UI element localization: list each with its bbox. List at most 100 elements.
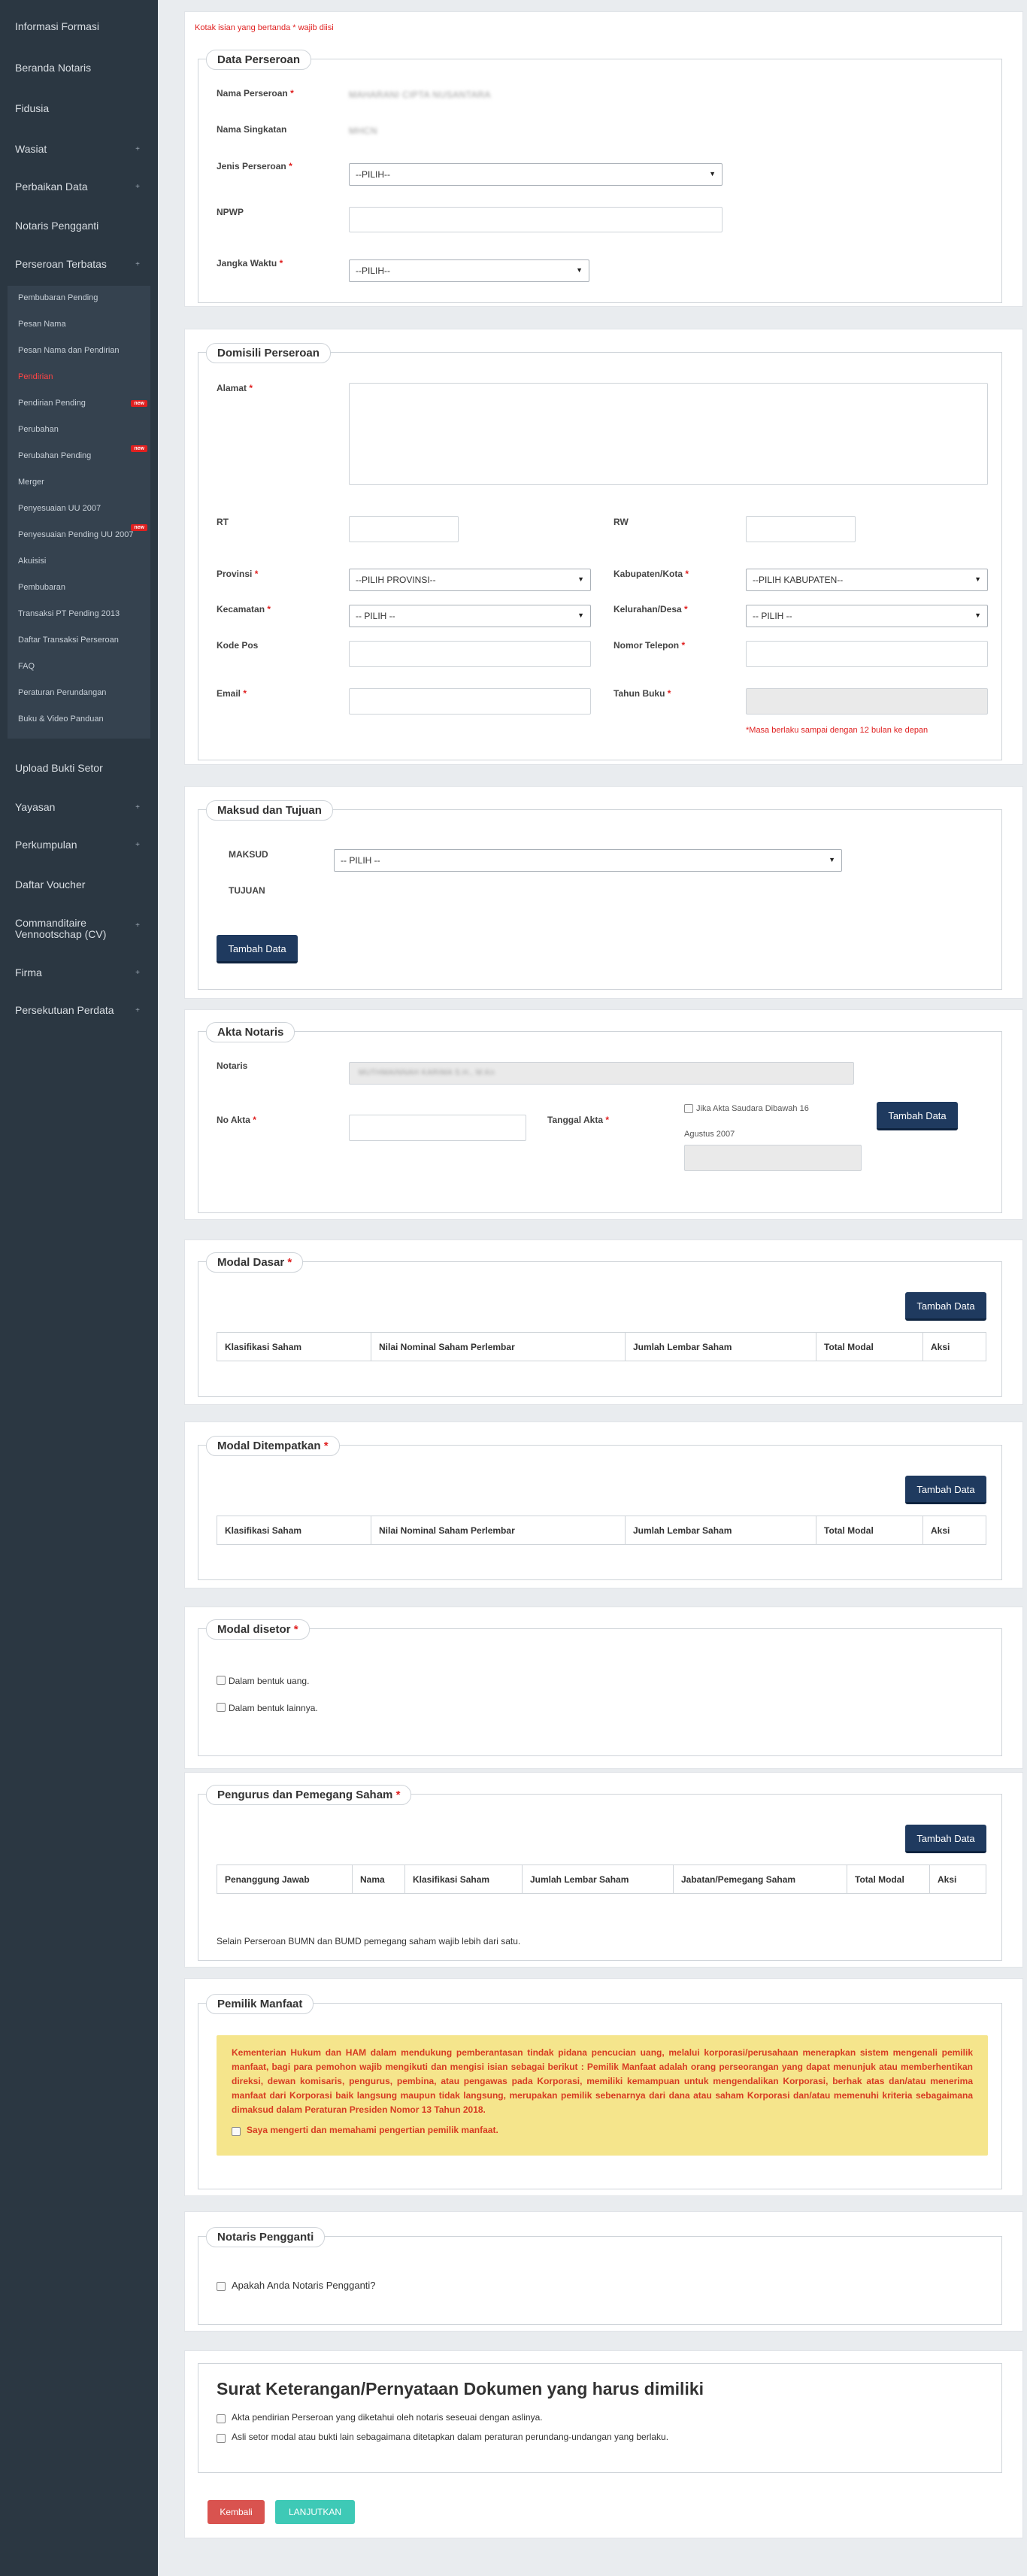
- jenis-perseroan-select[interactable]: --PILIH-- ▼: [349, 163, 723, 186]
- kabupaten-label: Kabupaten/Kota *: [613, 569, 689, 579]
- alamat-textarea[interactable]: [349, 383, 988, 485]
- pemilik-manfaat-checkbox[interactable]: [232, 2127, 241, 2136]
- modal-dasar-table: Klasifikasi Saham Nilai Nominal Saham Pe…: [217, 1332, 986, 1361]
- sidebar-item-daftar-voucher[interactable]: Daftar Voucher: [0, 871, 158, 901]
- sidebar-item-fidusia[interactable]: Fidusia: [0, 95, 158, 125]
- tambah-data-button[interactable]: Tambah Data: [905, 1292, 986, 1321]
- column-header: Total Modal: [816, 1332, 923, 1361]
- panel-maksud-tujuan: Maksud dan Tujuan MAKSUD -- PILIH -- ▼ TU…: [184, 786, 1023, 999]
- sidebar-item-notaris-pengganti[interactable]: Notaris Pengganti: [0, 212, 158, 242]
- maksud-select[interactable]: -- PILIH -- ▼: [334, 849, 842, 872]
- chevron-down-icon: ▼: [709, 170, 716, 177]
- chevron-down-icon: +: [135, 841, 140, 849]
- jangka-waktu-select[interactable]: --PILIH-- ▼: [349, 259, 589, 282]
- rw-input[interactable]: [746, 516, 856, 542]
- submenu-item[interactable]: Perubahan: [8, 417, 150, 444]
- fieldset-maksud-tujuan: Maksud dan Tujuan MAKSUD -- PILIH -- ▼ TU…: [198, 800, 1002, 990]
- column-header: Nilai Nominal Saham Perlembar: [371, 1516, 626, 1545]
- dalam-bentuk-lainnya-checkbox[interactable]: [217, 1703, 226, 1712]
- submenu-item[interactable]: Penyesuaian Pending UU 2007 new: [8, 523, 150, 549]
- provinsi-label: Provinsi *: [217, 569, 259, 579]
- dalam-bentuk-uang-checkbox[interactable]: [217, 1676, 226, 1685]
- kabupaten-select[interactable]: --PILIH KABUPATEN-- ▼: [746, 569, 988, 591]
- kodepos-input[interactable]: [349, 641, 591, 667]
- submenu-item[interactable]: Pembubaran Pending: [8, 286, 150, 312]
- submenu-item[interactable]: Pesan Nama dan Pendirian: [8, 338, 150, 365]
- sidebar-item-label: Perkumpulan: [15, 839, 77, 851]
- submenu-item-active[interactable]: Pendirian: [8, 365, 150, 391]
- sidebar-item-beranda-notaris[interactable]: Beranda Notaris: [0, 54, 158, 84]
- submenu-item[interactable]: Akuisisi: [8, 549, 150, 575]
- sidebar-item-yayasan[interactable]: Yayasan +: [0, 793, 158, 824]
- column-header: Aksi: [922, 1332, 986, 1361]
- submenu-item[interactable]: FAQ: [8, 654, 150, 681]
- tanggal-akta-input[interactable]: [684, 1145, 862, 1171]
- sidebar-item-firma[interactable]: Firma +: [0, 959, 158, 989]
- column-header: Jumlah Lembar Saham: [625, 1516, 816, 1545]
- sidebar-item-upload-bukti-setor[interactable]: Upload Bukti Setor: [0, 754, 158, 784]
- surat-item1-label: Akta pendirian Perseroan yang diketahui …: [232, 2412, 543, 2423]
- email-label: Email *: [217, 688, 247, 699]
- alamat-label: Alamat *: [217, 383, 253, 393]
- submenu-item[interactable]: Daftar Transaksi Perseroan: [8, 628, 150, 654]
- email-input[interactable]: [349, 688, 591, 715]
- submenu-item[interactable]: Pembubaran: [8, 575, 150, 602]
- sidebar-item-persekutuan-perdata[interactable]: Persekutuan Perdata +: [0, 997, 158, 1027]
- new-badge: new: [131, 400, 147, 407]
- submenu-item[interactable]: Perubahan Pending new: [8, 444, 150, 470]
- nama-perseroan-value: MAHARANI CIPTA NUSANTARA: [349, 90, 491, 100]
- submenu-item[interactable]: Pesan Nama: [8, 312, 150, 338]
- sidebar-item-perseroan-terbatas[interactable]: Perseroan Terbatas +: [0, 250, 158, 281]
- jangka-waktu-label: Jangka Waktu *: [217, 258, 283, 269]
- no-akta-input[interactable]: [349, 1115, 526, 1141]
- rt-input[interactable]: [349, 516, 459, 542]
- tambah-data-button[interactable]: Tambah Data: [877, 1102, 958, 1130]
- fieldset-domisili: Domisili Perseroan Alamat * RT RW Provin…: [198, 343, 1002, 760]
- submenu-item[interactable]: Pendirian Pending new: [8, 391, 150, 417]
- tambah-data-button[interactable]: Tambah Data: [905, 1825, 986, 1853]
- panel-modal-dasar: Modal Dasar * Tambah Data Klasifikasi Sa…: [184, 1239, 1023, 1405]
- submenu-item-label: Pesan Nama dan Pendirian: [18, 346, 120, 355]
- sidebar-item-informasi-formasi[interactable]: Informasi Formasi: [0, 13, 158, 43]
- tambah-data-button[interactable]: Tambah Data: [217, 935, 298, 963]
- akta-lama-checkbox[interactable]: [684, 1104, 693, 1113]
- kelurahan-select[interactable]: -- PILIH -- ▼: [746, 605, 988, 627]
- notaris-input[interactable]: MUTHMAINNAH KARIMA S.H., M.Kn: [349, 1062, 854, 1085]
- surat-item1-checkbox[interactable]: [217, 2414, 226, 2423]
- sidebar-item-perkumpulan[interactable]: Perkumpulan +: [0, 831, 158, 861]
- submenu-item[interactable]: Peraturan Perundangan: [8, 681, 150, 707]
- surat-item2-checkbox[interactable]: [217, 2434, 226, 2443]
- sidebar-item-cv[interactable]: Commanditaire Vennootschap (CV) +: [0, 910, 158, 948]
- submenu-item-label: Pembubaran Pending: [18, 293, 98, 302]
- fieldset-modal-dasar: Modal Dasar * Tambah Data Klasifikasi Sa…: [198, 1252, 1002, 1397]
- sidebar-item-perbaikan-data[interactable]: Perbaikan Data +: [0, 173, 158, 203]
- legend: Maksud dan Tujuan: [206, 800, 333, 821]
- provinsi-select[interactable]: --PILIH PROVINSI-- ▼: [349, 569, 591, 591]
- lanjutkan-button[interactable]: LANJUTKAN: [275, 2500, 355, 2524]
- sidebar: Informasi Formasi Beranda Notaris Fidusi…: [0, 0, 158, 2576]
- kecamatan-select[interactable]: -- PILIH -- ▼: [349, 605, 591, 627]
- tahun-buku-label: Tahun Buku *: [613, 688, 671, 699]
- submenu-item[interactable]: Penyesuaian UU 2007: [8, 496, 150, 523]
- npwp-input[interactable]: [349, 207, 723, 232]
- panel-modal-ditempatkan: Modal Ditempatkan * Tambah Data Klasifik…: [184, 1422, 1023, 1588]
- chevron-down-icon: +: [135, 145, 140, 153]
- surat-title: Surat Keterangan/Pernyataan Dokumen yang…: [217, 2379, 704, 2399]
- submenu-item[interactable]: Buku & Video Panduan: [8, 707, 150, 733]
- modal-ditempatkan-table: Klasifikasi Saham Nilai Nominal Saham Pe…: [217, 1516, 986, 1545]
- kembali-button[interactable]: Kembali: [208, 2500, 265, 2524]
- telepon-input[interactable]: [746, 641, 988, 667]
- tambah-data-button[interactable]: Tambah Data: [905, 1476, 986, 1504]
- submenu-item[interactable]: Transaksi PT Pending 2013: [8, 602, 150, 628]
- fieldset-modal-disetor: Modal disetor * Dalam bentuk uang. Dalam…: [198, 1619, 1002, 1756]
- legend: Modal Ditempatkan *: [206, 1436, 340, 1456]
- tahun-buku-input[interactable]: [746, 688, 988, 715]
- sidebar-item-label: Commanditaire Vennootschap (CV): [15, 917, 107, 940]
- column-header: Klasifikasi Saham: [404, 1864, 523, 1894]
- pemilik-manfaat-agree-label: Saya mengerti dan memahami pengertian pe…: [247, 2125, 498, 2135]
- notaris-pengganti-checkbox[interactable]: [217, 2282, 226, 2291]
- submenu-item[interactable]: Merger: [8, 470, 150, 496]
- jenis-perseroan-label: Jenis Perseroan *: [217, 161, 292, 171]
- sidebar-item-wasiat[interactable]: Wasiat +: [0, 135, 158, 165]
- submenu-item-label: FAQ: [18, 662, 35, 671]
